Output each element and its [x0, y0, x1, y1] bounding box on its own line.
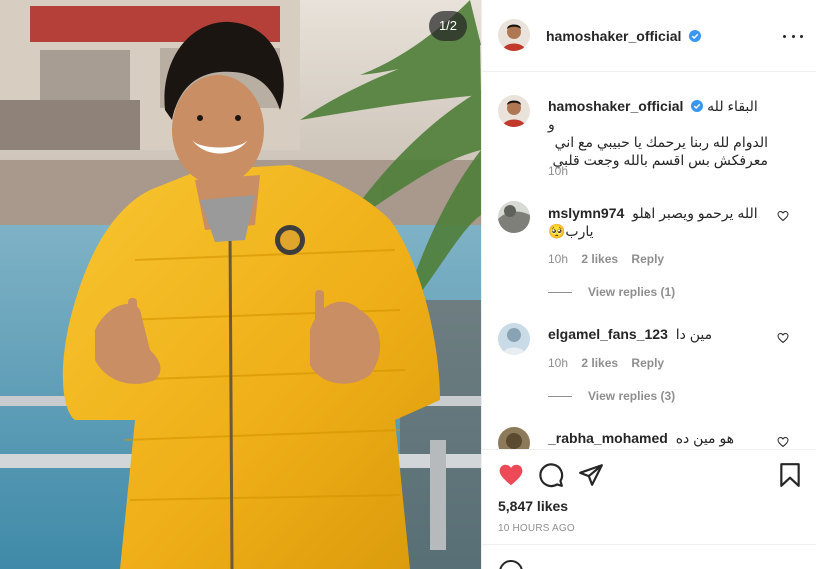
likes-count[interactable]: 5,847 likes — [498, 498, 568, 514]
comment-body: _rabha_mohamed هو مين ده — [548, 429, 763, 447]
post-caption: hamoshaker_official البقاء لله و الدوام … — [548, 97, 768, 169]
comment-username[interactable]: mslymn974 — [548, 205, 624, 221]
comment-text: مين دا — [675, 326, 713, 342]
emoji-icon[interactable] — [498, 559, 524, 569]
verified-badge-icon — [689, 30, 702, 42]
more-options-icon[interactable] — [783, 26, 803, 46]
author-avatar[interactable] — [498, 19, 530, 51]
comment-body: elgamel_fans_123 مين دا — [548, 325, 763, 343]
view-replies-label[interactable]: View replies (3) — [588, 389, 675, 403]
add-comment-bar[interactable] — [482, 544, 816, 569]
comment-avatar[interactable] — [498, 427, 530, 449]
view-replies-label[interactable]: View replies (1) — [588, 285, 675, 299]
caption-avatar[interactable] — [498, 95, 530, 127]
caption-text-rest: الدوام لله ربنا يرحمك يا حبيبي مع اني مع… — [552, 134, 768, 168]
comment-meta: 10h 2 likes Reply — [548, 252, 674, 266]
author-username[interactable]: hamoshaker_official — [546, 28, 702, 44]
post-actions: 5,847 likes 10 HOURS AGO — [482, 449, 816, 544]
comment-bubble-icon[interactable] — [538, 462, 564, 488]
comment-meta: 10h 2 likes Reply — [548, 356, 674, 370]
comment-like-icon[interactable] — [777, 210, 789, 222]
verified-badge-icon — [691, 100, 704, 112]
reply-button[interactable]: Reply — [631, 252, 664, 266]
caption-time[interactable]: 10h — [548, 164, 568, 178]
post-details-panel: hamoshaker_official hamoshaker_official — [481, 0, 816, 569]
comment-time[interactable]: 10h — [548, 356, 568, 370]
comment-avatar[interactable] — [498, 201, 530, 233]
comment-avatar[interactable] — [498, 323, 530, 355]
comment-username[interactable]: elgamel_fans_123 — [548, 326, 668, 342]
comment-text: هو مين ده — [675, 430, 735, 446]
author-username-text[interactable]: hamoshaker_official — [546, 28, 681, 44]
comment-like-icon[interactable] — [777, 332, 789, 344]
post-image[interactable]: 1/2 — [0, 0, 481, 569]
bookmark-icon[interactable] — [777, 462, 803, 488]
view-replies-button[interactable]: View replies (1) — [548, 285, 675, 299]
caption-username[interactable]: hamoshaker_official — [548, 98, 683, 114]
comment-likes[interactable]: 2 likes — [581, 356, 618, 370]
comment-body: mslymn974 الله يرحمو ويصبر اهلو يارب🥺 — [548, 204, 763, 240]
post-header: hamoshaker_official — [482, 0, 816, 72]
comment-username[interactable]: _rabha_mohamed — [548, 430, 668, 446]
comment-time[interactable]: 10h — [548, 252, 568, 266]
paper-plane-icon[interactable] — [578, 462, 604, 488]
reply-button[interactable]: Reply — [631, 356, 664, 370]
comment-like-icon[interactable] — [777, 436, 789, 448]
view-replies-button[interactable]: View replies (3) — [548, 389, 675, 403]
post-photo — [0, 0, 481, 569]
post-timestamp[interactable]: 10 HOURS AGO — [498, 523, 575, 534]
comments-list[interactable]: hamoshaker_official البقاء لله و الدوام … — [482, 73, 816, 449]
heart-filled-icon[interactable] — [498, 462, 524, 488]
image-counter: 1/2 — [429, 11, 467, 41]
comment-likes[interactable]: 2 likes — [581, 252, 618, 266]
